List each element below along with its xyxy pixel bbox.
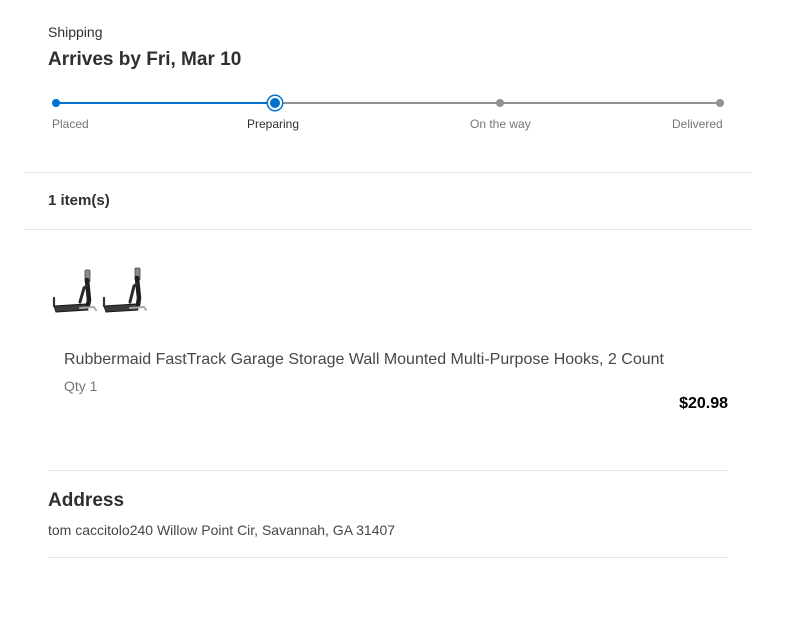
- address-heading: Address: [48, 490, 125, 511]
- shipping-section-label: Shipping: [48, 24, 103, 40]
- order-progress-tracker: Placed Preparing On the way Delivered: [48, 92, 728, 142]
- step-label-preparing: Preparing: [247, 117, 300, 131]
- step-label-delivered: Delivered: [672, 117, 723, 131]
- product-image[interactable]: [50, 262, 156, 318]
- product-quantity: Qty 1: [64, 378, 98, 394]
- divider: [48, 557, 728, 558]
- step-dot-on-the-way: [496, 99, 504, 107]
- step-label-on-the-way: On the way: [470, 117, 531, 131]
- product-price: $20.98: [679, 395, 728, 412]
- wall-hooks-image: [52, 267, 147, 313]
- items-count: 1 item(s): [48, 192, 110, 209]
- progress-line-completed: [55, 102, 274, 104]
- divider: [48, 470, 728, 471]
- arrival-date-heading: Arrives by Fri, Mar 10: [48, 49, 242, 70]
- step-dot-delivered: [716, 99, 724, 107]
- divider: [24, 229, 752, 230]
- divider: [24, 172, 752, 173]
- shipping-address: tom caccitolo240 Willow Point Cir, Savan…: [48, 522, 396, 538]
- step-label-placed: Placed: [52, 117, 89, 131]
- step-dot-preparing: [268, 96, 282, 110]
- product-name[interactable]: Rubbermaid FastTrack Garage Storage Wall…: [64, 351, 664, 369]
- step-dot-placed: [52, 99, 60, 107]
